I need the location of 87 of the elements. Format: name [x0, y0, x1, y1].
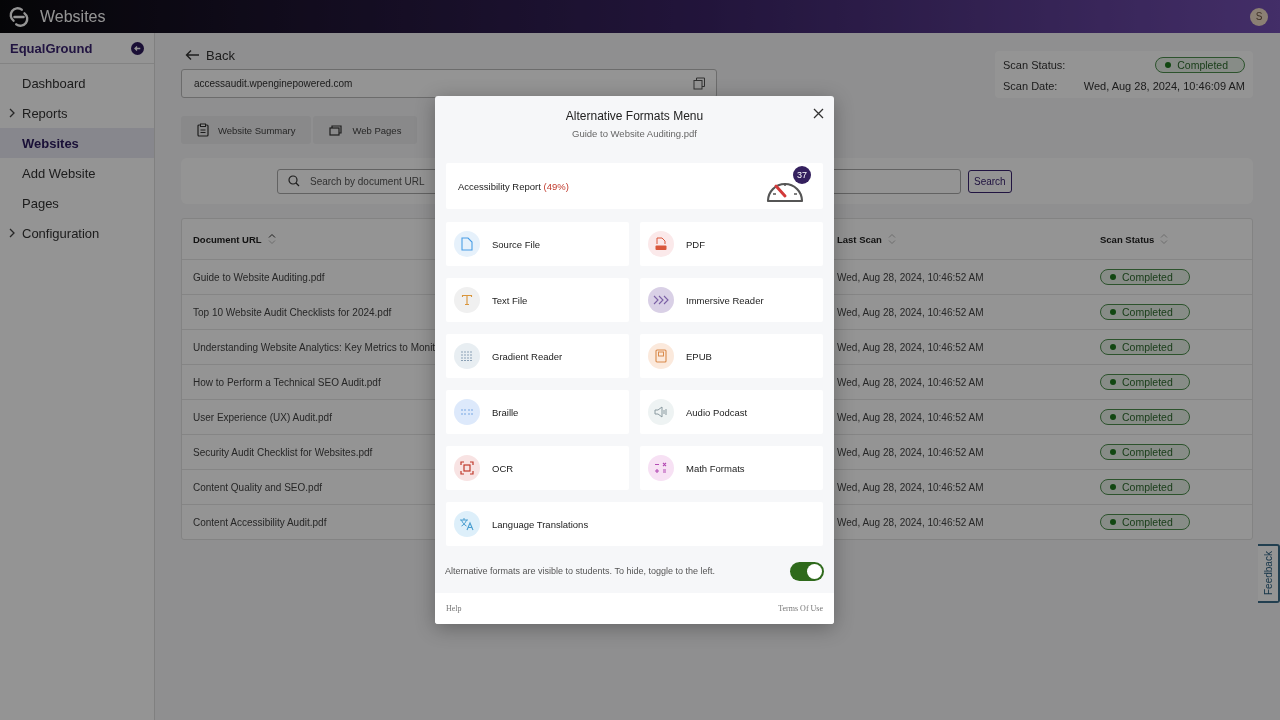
format-option[interactable]: Source File — [446, 222, 629, 266]
braille-dots-icon — [461, 408, 473, 416]
chevrons-icon — [653, 295, 669, 305]
format-option[interactable]: EPUB — [640, 334, 823, 378]
status-badge: Completed — [1100, 514, 1190, 530]
copy-icon[interactable] — [693, 77, 706, 90]
status-badge: Completed — [1100, 339, 1190, 355]
format-option[interactable]: Gradient Reader — [446, 334, 629, 378]
table-cell-text: Content Quality and SEO.pdf — [193, 481, 323, 493]
windows-icon[interactable] — [329, 124, 344, 136]
status-badge: Completed — [1100, 479, 1190, 495]
column-header[interactable]: Document URL — [193, 233, 447, 245]
format-option[interactable]: Math Formats — [640, 446, 823, 490]
table-cell-text: User Experience (UX) Audit.pdf — [193, 411, 333, 423]
chevron-icon[interactable] — [8, 228, 16, 238]
column-header[interactable]: Last Scan — [837, 233, 1100, 245]
sidebar-item[interactable]: Dashboard — [0, 68, 154, 98]
sidebar-item[interactable]: Configuration — [0, 218, 154, 248]
back-link[interactable]: Back — [181, 47, 717, 63]
scan-date: Wed, Aug 28, 2024, 10:46:09 AM — [1083, 80, 1245, 92]
text-icon — [461, 294, 473, 306]
table-cell-text: Wed, Aug 28, 2024, 10:46:52 AM — [837, 306, 985, 318]
format-option[interactable]: Language Translations — [446, 502, 823, 546]
format-option[interactable]: Audio Podcast — [640, 390, 823, 434]
status-badge: Completed — [1100, 444, 1190, 460]
table-cell-text: Wed, Aug 28, 2024, 10:46:52 AM — [837, 446, 985, 458]
table-cell-text: Wed, Aug 28, 2024, 10:46:52 AM — [837, 341, 985, 353]
status-badge: Completed — [1100, 409, 1190, 425]
feedback-tab[interactable]: Feedback — [1258, 544, 1280, 603]
tab[interactable]: Website Summary — [181, 116, 312, 144]
dialog-subtitle: Guide to Website Auditing.pdf — [572, 128, 697, 139]
table-cell-text: Top 10 Website Audit Checklists for 2024.pdf — [193, 306, 393, 318]
pdf-icon — [654, 237, 668, 251]
chevron-icon[interactable] — [8, 108, 16, 118]
table-cell-text: How to Perform a Technical SEO Audit.pdf — [193, 376, 382, 388]
back-arrow-icon[interactable] — [185, 49, 200, 61]
column-header[interactable]: Scan Status — [1100, 233, 1169, 245]
format-option[interactable]: Text File — [446, 278, 629, 322]
format-option[interactable]: PDF — [640, 222, 823, 266]
terms-link[interactable]: Terms Of Use — [778, 604, 823, 613]
format-option[interactable]: Braille — [446, 390, 629, 434]
status-badge: Completed — [1100, 269, 1190, 285]
scan-status-label: Scan Status: — [1003, 59, 1066, 71]
scan-frame-icon — [460, 461, 474, 475]
search-icon — [288, 174, 300, 187]
lines-icon — [460, 351, 474, 361]
format-option[interactable]: Immersive Reader — [640, 278, 823, 322]
visibility-note: Alternative formats are visible to students. To hide, toggle to the left. — [445, 566, 715, 576]
status-badge: Completed — [1100, 374, 1190, 390]
page-title: Websites — [40, 7, 106, 26]
table-cell-text: Guide to Website Auditing.pdf — [193, 271, 326, 283]
table-cell-text: Wed, Aug 28, 2024, 10:46:52 AM — [837, 481, 985, 493]
format-option[interactable]: OCR — [446, 446, 629, 490]
sidebar-item[interactable]: Websites — [0, 128, 154, 158]
status-badge: Completed — [1155, 57, 1245, 73]
sidebar-item[interactable]: Pages — [0, 188, 154, 218]
help-link[interactable]: Help — [446, 604, 462, 613]
table-cell-text: Wed, Aug 28, 2024, 10:46:52 AM — [837, 271, 985, 283]
collapse-icon[interactable] — [131, 41, 144, 55]
tab[interactable]: Web Pages — [313, 116, 418, 144]
sidebar-title: EqualGround — [10, 40, 93, 56]
dialog-title: Alternative Formats Menu — [565, 109, 704, 123]
table-cell-text: Content Accessibility Audit.pdf — [193, 516, 328, 528]
sidebar-item[interactable]: Reports — [0, 98, 154, 128]
report-card[interactable]: Accessibility Report (49%) 37 — [446, 163, 823, 209]
speaker-icon — [654, 406, 668, 418]
sidebar-item[interactable]: Add Website — [0, 158, 154, 188]
document-icon — [461, 237, 473, 251]
table-cell-text: Understanding Website Analytics: Key Metrics to Monit — [193, 341, 437, 353]
status-badge: Completed — [1100, 304, 1190, 320]
scan-date-label: Scan Date: — [1003, 80, 1058, 92]
book-icon — [655, 349, 667, 363]
clipboard-icon[interactable] — [197, 123, 209, 137]
table-cell-text: Wed, Aug 28, 2024, 10:46:52 AM — [837, 516, 985, 528]
logo-icon — [8, 5, 30, 28]
table-cell-text: Security Audit Checklist for Websites.pdf — [193, 446, 374, 458]
table-cell-text: Wed, Aug 28, 2024, 10:46:52 AM — [837, 411, 985, 423]
math-symbols-icon — [654, 461, 668, 475]
report-label: Accessibility Report (49%) — [458, 180, 569, 192]
user-avatar[interactable]: S — [1250, 7, 1268, 26]
visibility-toggle[interactable] — [790, 561, 824, 581]
count-badge: 37 — [793, 166, 811, 184]
table-cell-text: Wed, Aug 28, 2024, 10:46:52 AM — [837, 376, 985, 388]
translate-icon — [459, 517, 475, 531]
close-icon[interactable] — [813, 108, 824, 119]
url-field[interactable]: accessaudit.wpenginepowered.com — [181, 69, 717, 98]
search-button[interactable]: Search — [968, 169, 1012, 193]
